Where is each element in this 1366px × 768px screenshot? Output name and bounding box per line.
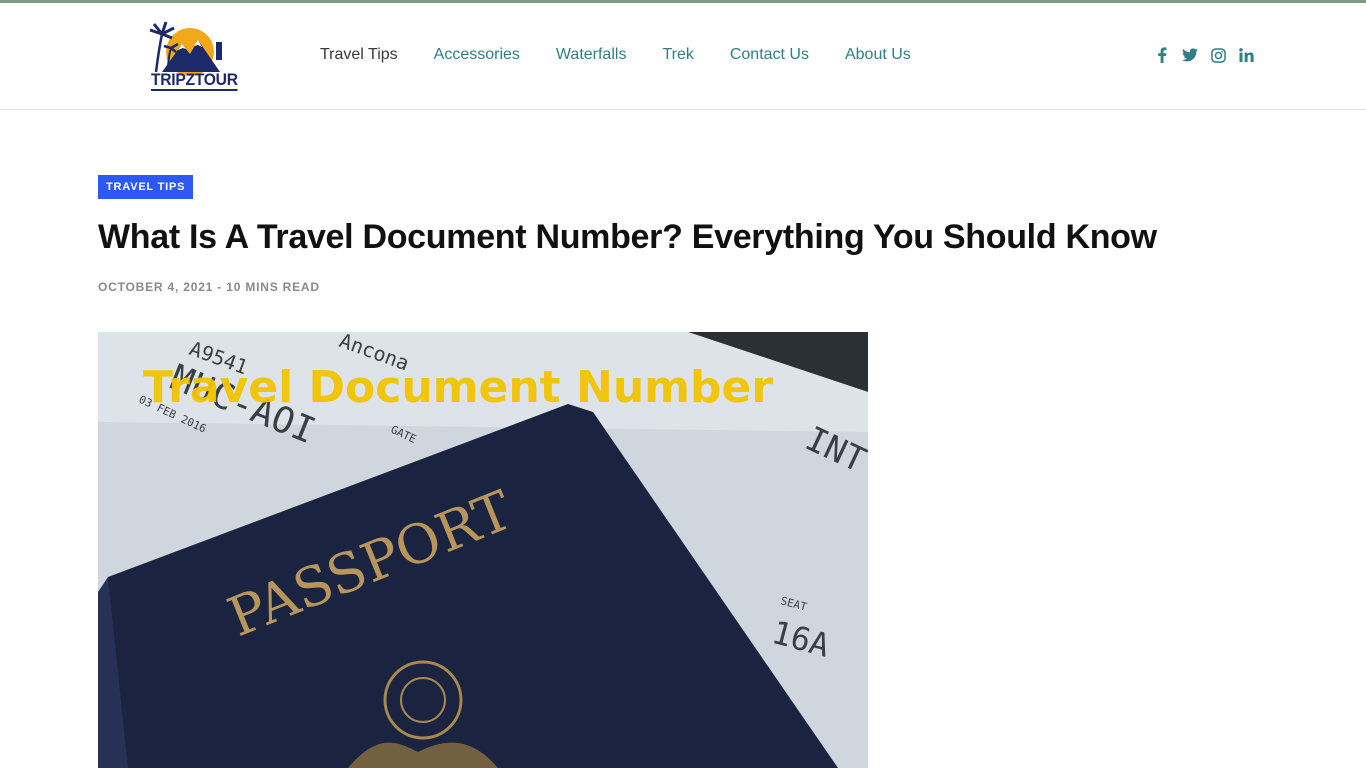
instagram-icon[interactable]	[1204, 45, 1232, 65]
article-title: What Is A Travel Document Number? Everyt…	[98, 218, 1157, 256]
read-time: 10 MINS READ	[226, 280, 320, 294]
featured-image: A9541 Ancona MUC-AOI 03 FEB 2016 GATE IN…	[98, 332, 868, 768]
image-overlay-title: Travel Document Number	[143, 362, 773, 413]
facebook-icon[interactable]	[1148, 45, 1176, 65]
site-header: TRIPZTOUR Travel Tips Accessories Waterf…	[0, 3, 1366, 110]
article-date: OCTOBER 4, 2021	[98, 280, 214, 294]
logo-text: TRIPZTOUR	[151, 70, 238, 91]
article-meta: OCTOBER 4, 2021 - 10 MINS READ	[98, 280, 320, 294]
nav-about-us[interactable]: About Us	[845, 43, 911, 67]
nav-contact-us[interactable]: Contact Us	[730, 43, 809, 67]
nav-waterfalls[interactable]: Waterfalls	[556, 43, 627, 67]
linkedin-icon[interactable]	[1232, 45, 1260, 65]
nav-accessories[interactable]: Accessories	[434, 43, 520, 67]
nav-trek[interactable]: Trek	[662, 43, 693, 67]
nav-travel-tips[interactable]: Travel Tips	[320, 43, 398, 67]
site-logo[interactable]: TRIPZTOUR	[134, 16, 238, 96]
social-links	[1148, 45, 1260, 65]
category-badge[interactable]: TRAVEL TIPS	[98, 175, 194, 199]
meta-separator: -	[217, 280, 223, 294]
twitter-icon[interactable]	[1176, 45, 1204, 65]
main-nav: Travel Tips Accessories Waterfalls Trek …	[320, 43, 947, 67]
